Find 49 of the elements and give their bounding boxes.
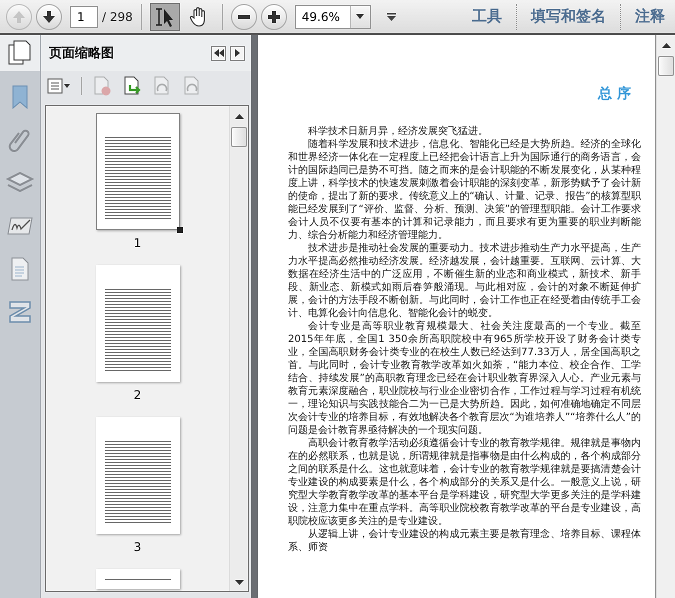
body-paragraph: 随着科学发展和技术进步，信息化、智能化已经是大势所趋。经济的全球化和世界经济一体化在一定程度上已经把会计语言上升为国际通行的商务语言，会计的国际趋同已是势不可挡。随之而来的是会计职能的不断发展变化，从某种程度上讲，科学技术的快速发展刺激着会计职能的深刻变革，新形势赋予了会计新的使命，提出了新的要求。传统意义上的“确认、计量、记录、报告”的核算型职能已经发展到了“评价、监督、分析、预测、决策”的管理型职能。会计工作要求会计人员不仅要有基本的计算和记录能力，而且要求有更为重要的职业判断能力、综合分析能力和经济管理能力。 xyxy=(288,138,641,242)
insert-page-button[interactable] xyxy=(122,76,142,96)
next-page-button[interactable] xyxy=(36,4,62,30)
body-paragraph: 会计专业是高等职业教育规模最大、社会关注度最高的一个专业。截至2015年年底，全国1 350余所高职院校中有965所学校开设了财务会计类专业，全国高职财务会计类专业的在校生人数已经达到77.33万人，居全国高职之首。与此同时，会计专业教育教学改革如火如荼，“能力本位、校企合作、工学结合、持续发展”的高职教育理念已经在会计职业教育界深入人心。产业元素与教育元素深度融合，职业院校与行业企业密切合作，工作过程与学习过程有机统一，理论知识与实践技能合二为一已是大势所趋。因此，如何准确地确定不同层次会计专业的培养目标，有效地解决各个教育层次“为谁培养人”“培养什么人”的问题是会计教育界亟待解决的一个现实问题。 xyxy=(288,320,641,437)
page-thumbnail[interactable] xyxy=(96,569,180,589)
page-number-label: 1 xyxy=(134,236,142,250)
document-icon xyxy=(10,256,30,280)
select-tool-button[interactable] xyxy=(150,2,180,30)
pages-icon xyxy=(7,39,33,67)
body-paragraph: 从逻辑上讲，会计专业建设的构成元素主要是教育理念、培养目标、课程体系、师资 xyxy=(288,528,641,554)
panel-title: 页面缩略图 xyxy=(49,44,115,62)
body-paragraph: 科学技术日新月异，经济发展突飞猛进。 xyxy=(307,125,489,138)
signature-icon xyxy=(6,216,34,236)
page-thumbnail[interactable] xyxy=(96,417,180,534)
pane-link[interactable]: 注释 xyxy=(631,7,669,26)
right-arrow-icon xyxy=(235,49,240,57)
down-arrow-icon xyxy=(42,10,56,24)
zoom-out-button[interactable] xyxy=(230,4,257,30)
scroll-up-icon[interactable] xyxy=(662,43,670,48)
body-paragraph: 高职会计教育教学活动必须遵循会计专业的教育教学规律。规律就是事物内在的必然联系，也就是说，所谓规律就是指事物是由什么构成的，各个构成部分之间的联系是什么。这也就意味着，会计专业的教育教学规律就是要搞清楚会计专业建设的构成要素是什么，各个构成部分的关系又是什么。一般意义上说，研究型大学教育教学改革的基本平台是学科建设，研究型大学更多关注的是学科建设，注意力集中在重点学科。高等职业院校教育教学改革的平台是专业建设，高职院校应该更多关注的是专业建设。 xyxy=(288,437,641,528)
up-arrow-icon xyxy=(12,10,26,24)
pane-link[interactable]: 填写和签名 xyxy=(527,7,610,26)
layers-icon xyxy=(6,170,34,194)
page-icon xyxy=(92,76,112,96)
document-heading: 总 序 xyxy=(596,85,631,103)
scroll-thumb[interactable] xyxy=(231,127,247,147)
page-total: / 298 xyxy=(102,10,133,24)
page-number-label: 2 xyxy=(134,388,142,402)
expand-panel-button[interactable] xyxy=(230,46,245,60)
pane-link[interactable]: 工具 xyxy=(468,7,506,26)
paperclip-icon xyxy=(8,126,32,152)
pages-panel-button[interactable] xyxy=(0,35,40,71)
scroll-up-icon[interactable] xyxy=(234,114,244,119)
double-left-arrow-icon xyxy=(214,49,224,57)
options-menu-button[interactable] xyxy=(47,78,71,94)
body-paragraph: 技术进步是推动社会发展的重要动力。技术进步推动生产力水平提高，生产力水平提高必然推动经济发展。经济越发展，会计越重要。互联网、云计算、大数据在经济生活中的广泛应用，不断催生新的业态和商业模式，新技术、新手段、新业态、新模式如雨后春笋般涌现。与此相对应，会计的对象不断延伸扩展，会计的方法手段不断创新。与此同时，会计工作也正在经受着由传统手工会计、电算化会计向信息化、智能化会计的蜕变。 xyxy=(288,242,641,320)
page-thumbnail[interactable] xyxy=(96,265,180,382)
bookmark-icon xyxy=(10,84,30,110)
plus-icon xyxy=(266,10,281,24)
tree-icon xyxy=(8,300,32,324)
list-icon xyxy=(47,78,71,94)
collapse-panel-button[interactable] xyxy=(211,46,226,60)
zoom-in-button[interactable] xyxy=(260,4,287,30)
more-tools-icon[interactable] xyxy=(386,12,396,20)
page-number-label: 3 xyxy=(134,540,142,554)
scroll-thumb[interactable] xyxy=(658,56,674,76)
page-icon xyxy=(122,76,142,96)
scroll-down-icon[interactable] xyxy=(234,580,244,585)
page-number-field[interactable]: 1 xyxy=(70,6,98,28)
